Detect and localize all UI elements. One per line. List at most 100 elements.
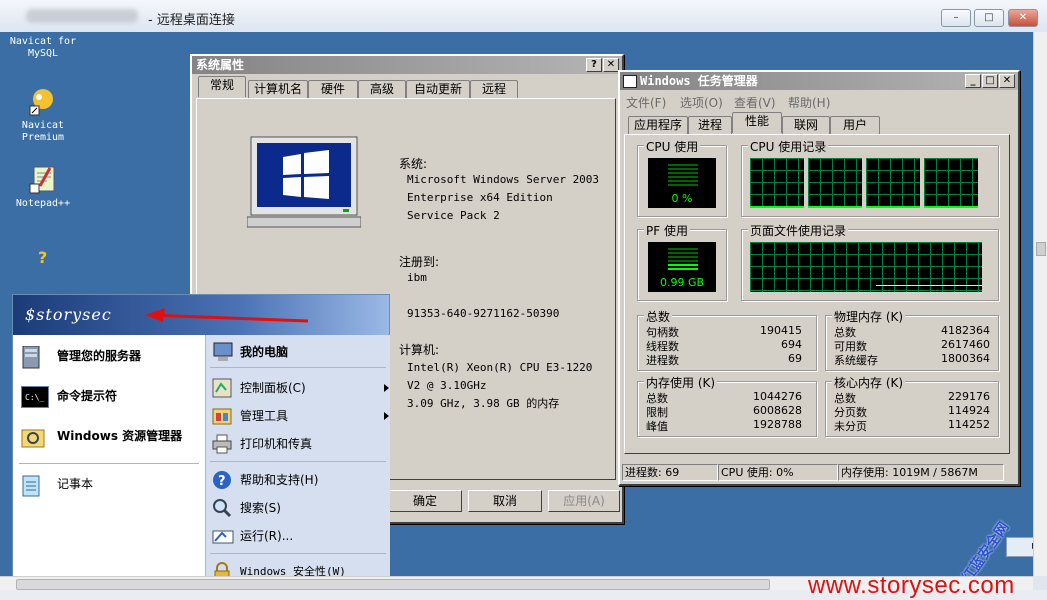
status-memory: 内存使用: 1019M / 5867M xyxy=(838,464,1004,481)
vertical-scroll-thumb[interactable] xyxy=(1036,242,1046,256)
sysprops-titlebar[interactable]: 系统属性 ? ✕ xyxy=(192,56,622,74)
task-manager-window[interactable]: Windows 任务管理器 _ □ ✕ 文件(F) 选项(O) 查看(V) 帮助… xyxy=(618,70,1020,486)
taskmgr-close-button[interactable]: ✕ xyxy=(999,74,1015,88)
control-panel-icon xyxy=(212,378,232,398)
maximize-button[interactable]: □ xyxy=(974,9,1004,27)
control-panel-label: 控制面板(C) xyxy=(240,381,306,395)
watermark-tag: 红蓝安全网 xyxy=(959,519,1013,576)
svg-text:?: ? xyxy=(218,474,226,489)
taskmgr-menu-view[interactable]: 查看(V) xyxy=(734,94,776,111)
explorer-icon xyxy=(21,426,45,448)
start-item-windows-security[interactable]: Windows 安全性(W) xyxy=(212,559,386,576)
svg-text:C:\_: C:\_ xyxy=(25,393,44,402)
tab-performance[interactable]: 性能 xyxy=(732,112,782,133)
desktop-icon-notepadpp[interactable]: Notepad++ xyxy=(8,164,78,210)
start-item-explorer[interactable]: Windows 资源管理器 xyxy=(21,423,201,449)
lock-icon xyxy=(212,562,232,576)
taskmgr-titlebar[interactable]: Windows 任务管理器 _ □ ✕ xyxy=(620,72,1018,90)
tab-advanced[interactable]: 高级 xyxy=(358,80,406,98)
start-menu[interactable]: $storysec 管理您的服务器 C:\_ 命令提示符 Windows 资源管… xyxy=(12,294,390,576)
physical-memory-label: 物理内存 (K) xyxy=(832,308,906,325)
sysprops-close-button[interactable]: ✕ xyxy=(603,58,619,72)
help-button[interactable]: ? xyxy=(586,58,602,72)
taskmgr-maximize-button[interactable]: □ xyxy=(982,74,998,88)
notepadpp-label: Notepad++ xyxy=(15,198,71,209)
kernel-memory-label: 核心内存 (K) xyxy=(832,374,906,391)
kernel-paged-value: 114924 xyxy=(948,404,990,417)
totals-group: 总数 句柄数 190415 线程数 694 进程数 69 xyxy=(637,308,817,371)
tab-general[interactable]: 常规 xyxy=(198,76,246,97)
tab-networking[interactable]: 联网 xyxy=(782,116,830,134)
taskmgr-menu-help[interactable]: 帮助(H) xyxy=(788,94,830,111)
ime-indicator[interactable]: 中 xyxy=(1006,537,1033,557)
submenu-arrow-icon xyxy=(384,412,389,420)
start-item-search[interactable]: 搜索(S) xyxy=(212,495,386,521)
tab-applications[interactable]: 应用程序 xyxy=(628,116,688,134)
navicat-icon xyxy=(28,86,58,116)
commit-peak-value: 1928788 xyxy=(753,418,802,431)
pf-usage-value: 0.99 GB xyxy=(659,276,705,289)
taskmgr-menu-file[interactable]: 文件(F) xyxy=(626,94,666,111)
commit-charge-group: 内存使用 (K) 总数 1044276 限制 6008628 峰值 192878… xyxy=(637,374,817,437)
computer-label: 计算机: xyxy=(399,343,440,357)
pf-meter-fill xyxy=(668,264,698,270)
ok-button[interactable]: 确定 xyxy=(388,490,462,512)
notepadpp-icon xyxy=(28,164,58,194)
cancel-button[interactable]: 取消 xyxy=(468,490,542,512)
tab-remote[interactable]: 远程 xyxy=(470,80,518,98)
start-item-run[interactable]: 运行(R)... xyxy=(212,523,386,549)
start-item-control-panel[interactable]: 控制面板(C) xyxy=(212,375,389,401)
desktop-icon-navicat-premium[interactable]: Navicat Premium xyxy=(8,86,78,144)
navicat-mysql-label: Navicat for MySQL xyxy=(9,36,77,59)
taskmgr-menu-options[interactable]: 选项(O) xyxy=(680,94,723,111)
tab-processes[interactable]: 进程 xyxy=(688,116,732,134)
commit-charge-label: 内存使用 (K) xyxy=(644,374,718,391)
close-button[interactable]: ✕ xyxy=(1008,9,1038,27)
status-cpu: CPU 使用: 0% xyxy=(718,464,838,481)
cpu-meter-bars xyxy=(668,164,698,186)
rdp-titlebar[interactable]: - 远程桌面连接 – □ ✕ xyxy=(0,0,1047,33)
start-item-help[interactable]: ? 帮助和支持(H) xyxy=(212,467,386,493)
taskmgr-app-icon xyxy=(623,75,637,88)
windows-security-label: Windows 安全性(W) xyxy=(240,565,346,576)
right-divider-2 xyxy=(210,461,386,462)
apply-button[interactable]: 应用(A) xyxy=(548,490,620,512)
processes-label: 进程数 xyxy=(646,354,679,367)
vertical-scrollbar[interactable] xyxy=(1033,32,1047,576)
start-item-my-computer[interactable]: 我的电脑 xyxy=(212,339,386,365)
start-menu-divider xyxy=(19,463,199,464)
tab-auto-update[interactable]: 自动更新 xyxy=(406,80,470,98)
phys-total-value: 4182364 xyxy=(941,324,990,337)
minimize-button[interactable]: – xyxy=(941,9,971,27)
product-id: 91353-640-9271162-50390 xyxy=(407,307,560,320)
tab-computer-name[interactable]: 计算机名 xyxy=(248,80,308,98)
performance-panel: CPU 使用 0 % CPU 使用记录 PF 使用 0.99 GB 页面文件使用… xyxy=(624,134,1010,454)
start-item-cmd[interactable]: C:\_ 命令提示符 xyxy=(20,383,201,409)
kernel-nonpaged-label: 未分页 xyxy=(834,420,867,433)
cpu-history-graph-core1 xyxy=(750,158,804,208)
start-item-admin-tools[interactable]: 管理工具 xyxy=(212,403,389,429)
printer-icon xyxy=(212,434,232,454)
cpu-history-label: CPU 使用记录 xyxy=(748,138,829,155)
tab-hardware[interactable]: 硬件 xyxy=(308,80,358,98)
os-service-pack: Service Pack 2 xyxy=(407,209,500,222)
cpu-speed: V2 @ 3.10GHz xyxy=(407,379,487,392)
start-item-printers[interactable]: 打印机和传真 xyxy=(212,431,386,457)
remote-desktop[interactable]: Navicat for MySQL Navicat Premium Notepa… xyxy=(0,32,1033,576)
cpu-model: Intel(R) Xeon(R) CPU E3-1220 xyxy=(407,361,593,374)
registered-label: 注册到: xyxy=(399,255,440,269)
desktop-icon-navicat-mysql[interactable]: Navicat for MySQL xyxy=(8,36,78,60)
tab-users[interactable]: 用户 xyxy=(830,116,880,134)
search-label: 搜索(S) xyxy=(240,501,281,515)
run-icon xyxy=(212,526,234,546)
start-item-manage-server[interactable]: 管理您的服务器 xyxy=(21,343,201,371)
start-item-notepad[interactable]: 记事本 xyxy=(21,471,201,497)
printers-label: 打印机和传真 xyxy=(240,437,313,451)
cpu-history-group: CPU 使用记录 xyxy=(741,138,999,217)
horizontal-scroll-thumb[interactable] xyxy=(16,579,770,590)
taskmgr-minimize-button[interactable]: _ xyxy=(965,74,981,88)
cpu-usage-value: 0 % xyxy=(671,192,693,205)
cpu-history-graph-core3 xyxy=(866,158,920,208)
navicat-premium-label: Navicat Premium xyxy=(21,120,65,143)
windows-logo-monitor xyxy=(246,135,362,231)
